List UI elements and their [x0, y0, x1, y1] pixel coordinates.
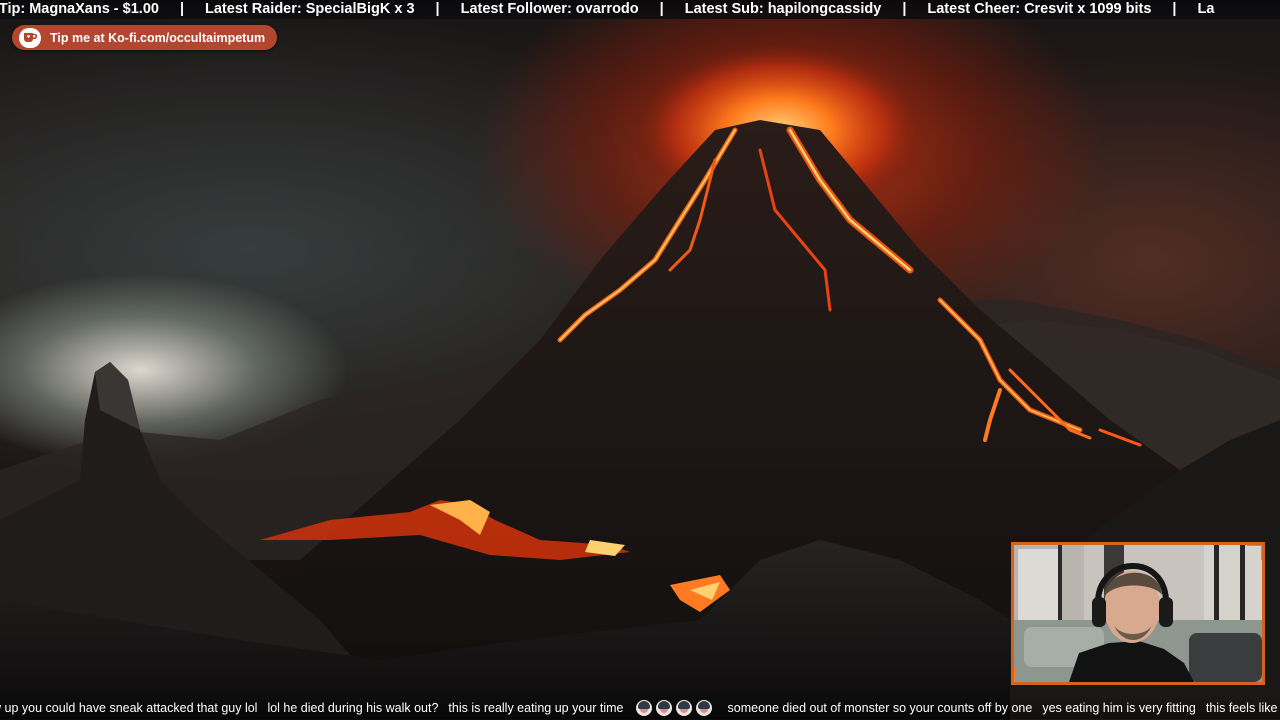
chat-message: lol he died during his walk out? [267, 701, 439, 715]
chat-emote-icon [655, 700, 672, 716]
stream-alerts-ticker: t Tip: MagnaXans - $1.00 | Latest Raider: … [0, 0, 1280, 19]
webcam-overlay [1011, 542, 1265, 685]
chat-message: someone died out of monster so your coun… [727, 701, 1033, 715]
chat-message: yes eating him is very fitting [1042, 701, 1196, 715]
ticker-item-latest-tip: t Tip: MagnaXans - $1.00 [0, 1, 159, 17]
webcam-feed [1014, 545, 1262, 682]
ticker-separator: | [1172, 1, 1177, 17]
ticker-separator: | [179, 1, 185, 17]
chat-ticker: w up you could have sneak attacked that … [0, 697, 1280, 719]
chat-emote-icon [695, 700, 712, 716]
ticker-item-latest-sub: Latest Sub: hapilongcassidy [684, 1, 882, 17]
ticker-item-latest-cheer: Latest Cheer: Cresvit x 1099 bits [927, 1, 1152, 17]
ticker-separator: | [435, 1, 440, 17]
webcam-frame-corner [1247, 545, 1262, 560]
chat-message: w up you could have sneak attacked that … [0, 701, 258, 715]
ticker-separator: | [902, 1, 907, 17]
kofi-cup-icon [19, 27, 41, 48]
kofi-tip-label: Tip me at Ko-fi.com/occultaimpetum [50, 30, 266, 45]
ticker-separator: | [659, 1, 664, 17]
chat-emotes [634, 697, 714, 719]
kofi-tip-banner: Tip me at Ko-fi.com/occultaimpetum [12, 25, 278, 50]
chat-emote-icon [635, 700, 652, 716]
ticker-track: t Tip: MagnaXans - $1.00 | Latest Raider: … [0, 0, 1214, 19]
ticker-item-latest-raider: Latest Raider: SpecialBigK x 3 [205, 1, 415, 17]
chat-message: this feels like cheating [1205, 701, 1280, 715]
chat-track: w up you could have sneak attacked that … [0, 697, 1280, 719]
webcam-frame-corner [1014, 667, 1029, 682]
chat-emote-icon [675, 700, 692, 716]
ticker-item-latest-follower: Latest Follower: ovarrodo [460, 1, 639, 17]
chat-message: this is really eating up your time [448, 701, 624, 715]
ticker-item-truncated: La [1197, 1, 1215, 17]
